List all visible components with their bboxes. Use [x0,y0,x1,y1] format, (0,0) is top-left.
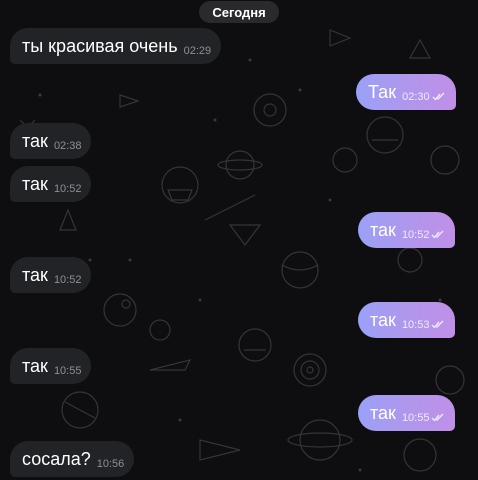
message-time: 10:52 [401,228,430,241]
spiral-galaxy-icon [293,353,327,387]
message-bubble-incoming[interactable]: так 10:52 [10,257,92,293]
message-time: 10:55 [53,364,82,377]
message-bubble-outgoing[interactable]: так 10:55 [358,395,456,431]
message-text: так [370,219,396,240]
message-text: так [22,264,48,285]
message-bubble-incoming[interactable]: так 02:38 [10,123,92,159]
message-text: так [22,173,48,194]
ringed-planet-icon [299,419,341,461]
message-text: ты красивая очень [22,35,178,56]
message-text: так [370,309,396,330]
message-text: так [22,355,48,376]
blaster-icon [149,359,192,371]
message-text: Так [368,81,397,102]
droid-icon [253,93,287,127]
ship-icon [329,29,352,47]
trooper-helmet-icon [366,116,404,154]
message-bubble-incoming[interactable]: так 10:55 [10,348,92,384]
read-check-icon [431,230,445,239]
message-time: 10:56 [96,457,125,470]
message-bubble-outgoing[interactable]: так 10:52 [358,212,456,248]
message-text: так [370,402,396,423]
read-check-icon [431,320,445,329]
message-time: 02:29 [183,44,212,57]
read-check-icon [431,413,445,422]
message-time: 02:38 [53,139,82,152]
message-time: 10:52 [53,182,82,195]
message-text: сосала? [22,448,91,469]
ship-icon [59,208,77,231]
helmet-icon [161,166,199,204]
date-divider: Сегодня [199,1,279,23]
planet-icon [225,150,255,180]
message-time: 10:55 [401,411,430,424]
tie-fighter-icon [228,224,262,246]
date-divider-label: Сегодня [212,4,266,20]
message-bubble-incoming[interactable]: так 10:52 [10,166,92,202]
trooper-helmet-icon [238,328,272,362]
message-bubble-outgoing[interactable]: Так 02:30 [356,74,456,110]
message-bubble-incoming[interactable]: сосала? 10:56 [10,441,135,477]
death-star-icon [103,293,137,327]
message-time: 10:52 [53,273,82,286]
message-time: 02:30 [402,90,430,103]
lightsaber-icon [204,194,256,221]
read-check-icon [432,92,446,101]
message-text: так [22,130,48,151]
message-bubble-incoming[interactable]: ты красивая очень 02:29 [10,28,222,64]
message-bubble-outgoing[interactable]: так 10:53 [358,302,456,338]
message-time: 10:53 [401,318,430,331]
